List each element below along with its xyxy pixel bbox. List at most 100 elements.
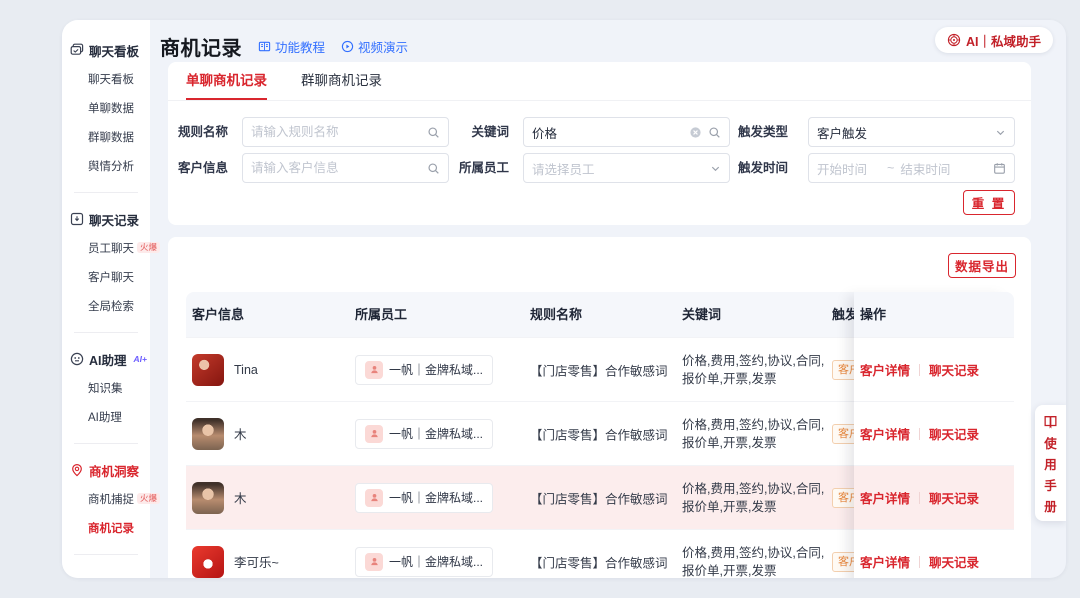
customer-avatar <box>192 546 224 578</box>
customer-detail-link[interactable]: 客户详情 <box>860 552 910 571</box>
chat-record-link[interactable]: 聊天记录 <box>929 360 979 379</box>
sidebar-item-opportunity-records[interactable]: 商机记录 <box>62 513 150 542</box>
sidebar-divider <box>74 192 138 193</box>
employee-tag[interactable]: 一帆｜金牌私域... <box>355 419 493 449</box>
reset-button[interactable]: 重 置 <box>963 190 1015 215</box>
search-icon[interactable] <box>708 126 721 139</box>
sidebar-section-label: 聊天看板 <box>89 41 139 60</box>
book-icon <box>258 40 271 53</box>
ai-assistant-button[interactable]: AI｜私域助手 <box>935 27 1053 53</box>
hot-badge: 火爆 <box>137 493 160 504</box>
manual-label: 使用手册 <box>1044 434 1057 518</box>
sidebar-item-chat-board[interactable]: 聊天看板 <box>62 64 150 93</box>
video-demo-link[interactable]: 视频演示 <box>341 37 408 56</box>
customer-detail-link[interactable]: 客户详情 <box>860 424 910 443</box>
search-icon[interactable] <box>427 126 440 139</box>
chevron-down-icon <box>995 127 1006 138</box>
sidebar-divider <box>74 443 138 444</box>
chat-record-link[interactable]: 聊天记录 <box>929 552 979 571</box>
keywords: 价格,费用,签约,协议,合同,报价单,开票,发票 <box>682 416 834 452</box>
customer-avatar <box>192 354 224 386</box>
sidebar-section-label: 商机洞察 <box>89 461 139 480</box>
row-actions: 客户详情 聊天记录 <box>854 337 1014 401</box>
customer-avatar <box>192 482 224 514</box>
customer-info-input-box <box>242 153 449 183</box>
customer-info-input[interactable] <box>251 161 421 175</box>
records-table: 客户信息 所属员工 规则名称 关键词 触发类型 Tina 一帆｜金牌 <box>186 292 1014 578</box>
rule-name: 【门店零售】合作敏感词 <box>530 552 668 571</box>
action-separator <box>919 364 920 376</box>
person-icon <box>365 425 383 443</box>
employee-select[interactable]: 请选择员工 <box>523 153 730 183</box>
keywords: 价格,费用,签约,协议,合同,报价单,开票,发票 <box>682 480 834 516</box>
calendar-icon <box>993 162 1006 175</box>
tab-group-chat-records[interactable]: 群聊商机记录 <box>301 62 382 100</box>
sidebar-item-global-search[interactable]: 全局检索 <box>62 291 150 320</box>
customer-name: Tina <box>234 363 258 377</box>
ai-plus-badge: AI+ <box>134 354 147 364</box>
employee-label: 所属员工 <box>449 153 509 183</box>
person-icon <box>365 553 383 571</box>
keywords: 价格,费用,签约,协议,合同,报价单,开票,发票 <box>682 352 834 388</box>
chat-history-icon <box>70 212 84 226</box>
customer-detail-link[interactable]: 客户详情 <box>860 488 910 507</box>
chat-record-link[interactable]: 聊天记录 <box>929 488 979 507</box>
col-header-rule: 规则名称 <box>530 292 582 337</box>
chat-board-icon <box>70 43 84 57</box>
rule-name-input[interactable] <box>251 125 421 139</box>
employee-tag[interactable]: 一帆｜金牌私域... <box>355 355 493 385</box>
clear-icon[interactable] <box>689 126 702 139</box>
app-window: 聊天看板 聊天看板 单聊数据 群聊数据 舆情分析 聊天记录 员工聊天 火爆 客户… <box>62 20 1066 578</box>
chat-record-link[interactable]: 聊天记录 <box>929 424 979 443</box>
manual-book-icon <box>1043 414 1058 429</box>
person-icon <box>365 489 383 507</box>
employee-placeholder: 请选择员工 <box>532 159 704 178</box>
customer-name: 李可乐~ <box>234 552 279 571</box>
trigger-time-range[interactable]: 开始时间 ~ 结束时间 <box>808 153 1015 183</box>
trigger-type-value: 客户触发 <box>817 123 989 142</box>
play-circle-icon <box>341 40 354 53</box>
sidebar-section-opportunity[interactable]: 商机洞察 <box>62 456 150 484</box>
search-icon[interactable] <box>427 162 440 175</box>
rule-name-input-box <box>242 117 449 147</box>
tutorial-link[interactable]: 功能教程 <box>258 37 325 56</box>
sidebar-item-knowledge-set[interactable]: 知识集 <box>62 373 150 402</box>
page-title: 商机记录 <box>160 32 242 61</box>
employee-tag[interactable]: 一帆｜金牌私域... <box>355 547 493 577</box>
sidebar-section-chat-history[interactable]: 聊天记录 <box>62 205 150 233</box>
sidebar-divider <box>74 332 138 333</box>
ai-assistant-icon <box>70 352 84 366</box>
keywords: 价格,费用,签约,协议,合同,报价单,开票,发票 <box>682 544 834 579</box>
rule-name: 【门店零售】合作敏感词 <box>530 360 668 379</box>
employee-tag[interactable]: 一帆｜金牌私域... <box>355 483 493 513</box>
customer-info-label: 客户信息 <box>168 153 228 183</box>
table-card: 数据导出 客户信息 所属员工 规则名称 关键词 触发类型 Tina <box>168 237 1031 578</box>
user-manual-button[interactable]: 使用手册 <box>1035 405 1066 521</box>
sidebar-item-single-chat-data[interactable]: 单聊数据 <box>62 93 150 122</box>
col-header-employee: 所属员工 <box>355 292 407 337</box>
tab-single-chat-records[interactable]: 单聊商机记录 <box>186 62 267 100</box>
opportunity-icon <box>70 463 84 477</box>
sidebar-item-customer-chat[interactable]: 客户聊天 <box>62 262 150 291</box>
customer-avatar <box>192 418 224 450</box>
customer-detail-link[interactable]: 客户详情 <box>860 360 910 379</box>
sidebar-item-ai-assistant[interactable]: AI助理 <box>62 402 150 431</box>
trigger-type-select[interactable]: 客户触发 <box>808 117 1015 147</box>
start-time-placeholder: 开始时间 <box>817 159 867 178</box>
keyword-input[interactable] <box>532 125 683 139</box>
sidebar-item-opportunity-capture[interactable]: 商机捕捉 火爆 <box>62 484 150 513</box>
sidebar-divider <box>74 554 138 555</box>
rule-name: 【门店零售】合作敏感词 <box>530 488 668 507</box>
sidebar-section-ai-assistant[interactable]: AI助理 AI+ <box>62 345 150 373</box>
page-header: 商机记录 功能教程 视频演示 <box>160 28 408 64</box>
sidebar-item-sentiment[interactable]: 舆情分析 <box>62 151 150 180</box>
sidebar-section-chat-board[interactable]: 聊天看板 <box>62 36 150 64</box>
rule-name-label: 规则名称 <box>168 117 228 147</box>
sidebar-item-group-chat-data[interactable]: 群聊数据 <box>62 122 150 151</box>
actions-sticky-column: 操作 客户详情 聊天记录 客户详情 聊天记录 客户详情 聊天记录 客 <box>854 292 1014 578</box>
range-separator: ~ <box>887 161 894 175</box>
export-data-button[interactable]: 数据导出 <box>948 253 1016 278</box>
customer-name: 木 <box>234 424 247 443</box>
sidebar-item-employee-chat[interactable]: 员工聊天 火爆 <box>62 233 150 262</box>
keyword-input-box <box>523 117 730 147</box>
